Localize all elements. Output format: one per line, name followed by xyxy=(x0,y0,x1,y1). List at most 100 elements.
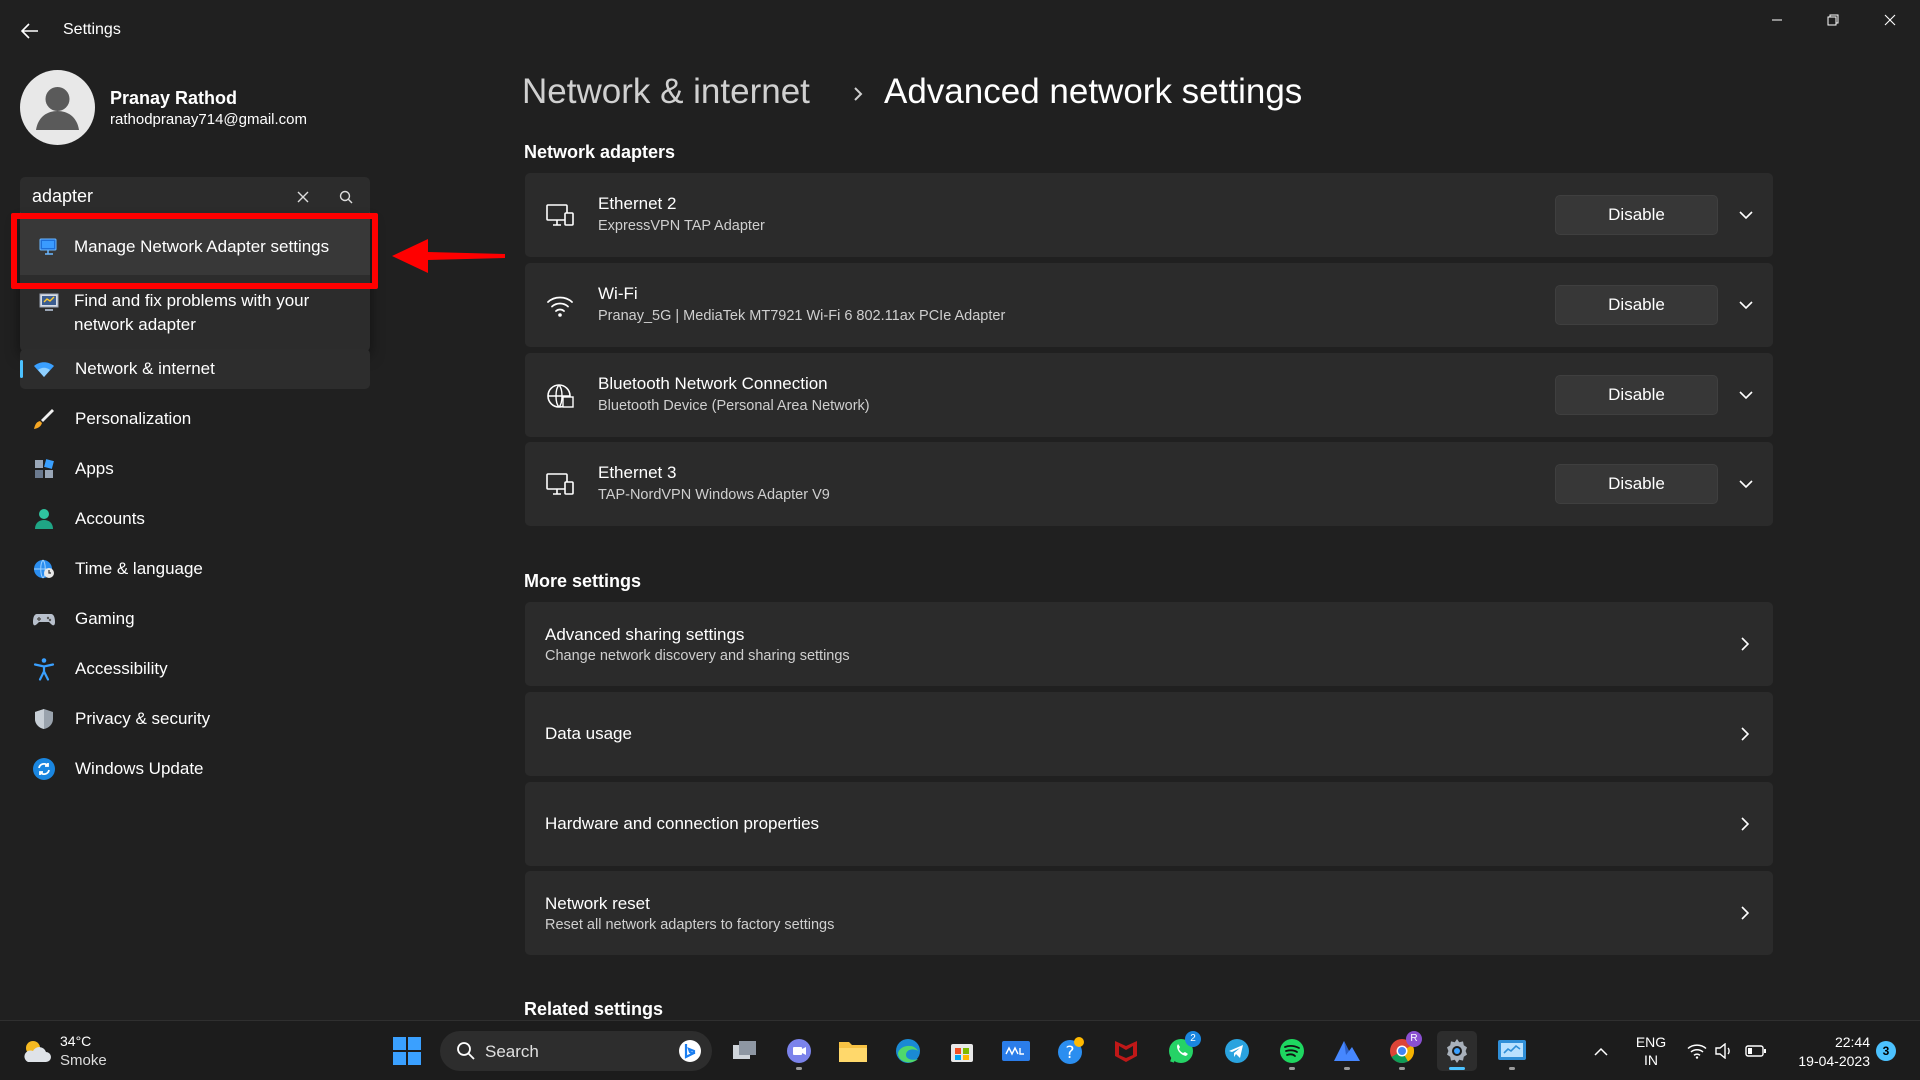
svg-text:?: ? xyxy=(1065,1043,1074,1063)
chrome-icon[interactable]: R xyxy=(1382,1031,1422,1071)
taskbar-search[interactable]: Search xyxy=(440,1031,712,1071)
chevron-down-icon xyxy=(1739,301,1753,310)
settings-gear-icon[interactable] xyxy=(1437,1031,1477,1071)
volume-icon[interactable] xyxy=(1713,1041,1735,1061)
adapter-card-wifi: Wi-Fi Pranay_5G | MediaTek MT7921 Wi-Fi … xyxy=(525,263,1773,347)
nav-label: Personalization xyxy=(75,409,192,428)
battery-icon[interactable] xyxy=(1745,1041,1767,1061)
chevron-right-icon xyxy=(1733,812,1757,836)
weather-description: Smoke xyxy=(60,1052,107,1069)
spotify-icon[interactable] xyxy=(1272,1031,1312,1071)
link-data-usage[interactable]: Data usage xyxy=(525,692,1773,776)
telegram-icon[interactable] xyxy=(1217,1031,1257,1071)
microsoft-store-icon[interactable] xyxy=(942,1031,982,1071)
person-icon xyxy=(35,509,53,529)
close-icon xyxy=(297,191,309,203)
back-button[interactable] xyxy=(18,19,42,43)
settings-search-box xyxy=(20,177,370,217)
nav-item-windows-update[interactable]: Windows Update xyxy=(20,749,370,789)
chevron-down-icon xyxy=(1739,391,1753,400)
edge-icon[interactable] xyxy=(888,1031,928,1071)
expand-button[interactable] xyxy=(1734,472,1758,496)
nav-label: Accounts xyxy=(75,509,145,528)
disable-button[interactable]: Disable xyxy=(1555,464,1718,504)
mylp-icon[interactable] xyxy=(996,1031,1036,1071)
clear-search-button[interactable] xyxy=(292,186,314,208)
person-silhouette-icon xyxy=(36,87,79,130)
nordvpn-icon[interactable] xyxy=(1327,1031,1367,1071)
shield-icon xyxy=(35,709,53,729)
mcafee-icon[interactable] xyxy=(1106,1031,1146,1071)
troubleshoot-icon xyxy=(39,293,59,311)
nav-item-time-language[interactable]: Time & language xyxy=(20,549,370,589)
control-panel-icon[interactable] xyxy=(1492,1031,1532,1071)
link-hardware-connection-properties[interactable]: Hardware and connection properties xyxy=(525,782,1773,866)
close-button[interactable] xyxy=(1862,6,1918,34)
wifi-icon xyxy=(34,362,54,377)
language-code: ENG xyxy=(1635,1034,1667,1050)
title-bar: Settings xyxy=(0,0,1920,60)
restore-button[interactable] xyxy=(1805,6,1861,34)
ethernet-icon xyxy=(546,473,574,495)
link-network-reset[interactable]: Network reset Reset all network adapters… xyxy=(525,871,1773,955)
notification-count-badge[interactable]: 3 xyxy=(1876,1041,1896,1061)
nav-label: Gaming xyxy=(75,609,135,628)
avatar[interactable] xyxy=(20,70,95,145)
whatsapp-icon[interactable]: 2 xyxy=(1161,1031,1201,1071)
disable-button[interactable]: Disable xyxy=(1555,285,1718,325)
nav-item-network-internet[interactable]: Network & internet xyxy=(20,349,370,389)
close-icon xyxy=(1884,14,1896,26)
clock[interactable]: 22:44 19-04-2023 xyxy=(1780,1033,1870,1071)
nav-item-personalization[interactable]: Personalization xyxy=(20,399,370,439)
link-advanced-sharing-settings[interactable]: Advanced sharing settings Change network… xyxy=(525,602,1773,686)
taskbar: 34°C Smoke Search ? 2 R ENG IN 22:44 19-… xyxy=(0,1020,1920,1080)
adapter-name: Bluetooth Network Connection xyxy=(598,374,828,393)
link-title: Advanced sharing settings xyxy=(545,625,745,644)
disable-button[interactable]: Disable xyxy=(1555,195,1718,235)
search-input[interactable] xyxy=(32,177,292,215)
update-icon xyxy=(33,758,55,780)
search-suggestions: Manage Network Adapter settings Find and… xyxy=(20,219,370,352)
breadcrumb-parent[interactable]: Network & internet xyxy=(522,72,810,112)
nav-item-privacy-security[interactable]: Privacy & security xyxy=(20,699,370,739)
search-submit-button[interactable] xyxy=(335,186,357,208)
wifi-status-icon[interactable] xyxy=(1686,1041,1708,1061)
file-explorer-icon[interactable] xyxy=(833,1031,873,1071)
expand-button[interactable] xyxy=(1734,383,1758,407)
weather-sun-cloud-icon[interactable] xyxy=(20,1037,52,1065)
input-language-indicator[interactable]: ENG IN xyxy=(1634,1033,1668,1069)
adapter-description: ExpressVPN TAP Adapter xyxy=(598,218,765,234)
search-icon xyxy=(339,190,353,204)
nav-label: Accessibility xyxy=(75,659,168,678)
teams-chat-icon[interactable] xyxy=(779,1031,819,1071)
disable-button[interactable]: Disable xyxy=(1555,375,1718,415)
chevron-right-icon xyxy=(1733,901,1757,925)
suggestion-find-fix-problems[interactable]: Find and fix problems with your network … xyxy=(20,279,370,349)
suggestion-label: Find and fix problems with your network … xyxy=(74,291,310,334)
chevron-right-icon xyxy=(1733,722,1757,746)
minimize-button[interactable] xyxy=(1749,6,1805,34)
windows-logo-icon xyxy=(393,1037,421,1065)
start-button[interactable] xyxy=(387,1031,427,1071)
monitor-network-icon xyxy=(39,238,57,255)
ethernet-icon xyxy=(546,204,574,226)
profile-email: rathodpranay714@gmail.com xyxy=(110,111,307,128)
nav-item-gaming[interactable]: Gaming xyxy=(20,599,370,639)
section-title-more-settings: More settings xyxy=(524,571,642,591)
help-icon[interactable]: ? xyxy=(1051,1031,1091,1071)
expand-button[interactable] xyxy=(1734,203,1758,227)
show-hidden-icons-button[interactable] xyxy=(1589,1041,1613,1061)
taskbar-search-label: Search xyxy=(485,1042,539,1061)
chevron-right-icon xyxy=(854,87,863,101)
nav-item-accounts[interactable]: Accounts xyxy=(20,499,370,539)
minimize-icon xyxy=(1772,19,1782,21)
link-subtitle: Change network discovery and sharing set… xyxy=(545,648,850,664)
nav-item-apps[interactable]: Apps xyxy=(20,449,370,489)
suggestion-manage-network-adapter[interactable]: Manage Network Adapter settings xyxy=(20,219,370,275)
time: 22:44 xyxy=(1834,1034,1870,1050)
nav-item-accessibility[interactable]: Accessibility xyxy=(20,649,370,689)
search-icon xyxy=(457,1042,475,1060)
task-view-icon[interactable] xyxy=(725,1031,765,1071)
expand-button[interactable] xyxy=(1734,293,1758,317)
section-title-network-adapters: Network adapters xyxy=(524,142,676,162)
